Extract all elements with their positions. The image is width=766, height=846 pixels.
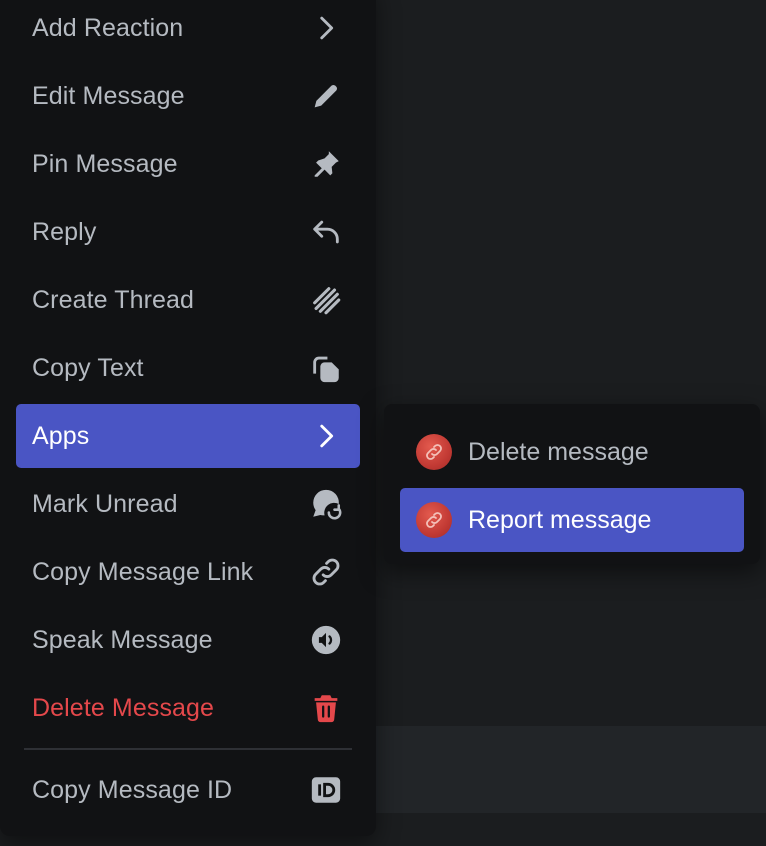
app-link-icon — [416, 434, 452, 470]
menu-item-label: Reply — [32, 217, 97, 246]
menu-item-label: Pin Message — [32, 149, 178, 178]
copy-icon — [308, 350, 344, 386]
app-command-delete-message[interactable]: Delete message — [400, 420, 744, 484]
menu-item-copy-message-link[interactable]: Copy Message Link — [16, 540, 360, 604]
trash-icon — [308, 690, 344, 726]
menu-separator — [24, 748, 352, 750]
pin-icon — [308, 146, 344, 182]
menu-item-apps[interactable]: Apps — [16, 404, 360, 468]
menu-item-label: Copy Message Link — [32, 557, 254, 586]
menu-item-copy-message-id[interactable]: Copy Message ID — [16, 758, 360, 822]
menu-item-create-thread[interactable]: Create Thread — [16, 268, 360, 332]
menu-item-label: Apps — [32, 421, 90, 450]
menu-item-label: Copy Text — [32, 353, 144, 382]
app-command-label: Delete message — [468, 437, 649, 466]
menu-item-label: Create Thread — [32, 285, 195, 314]
pencil-icon — [308, 78, 344, 114]
menu-item-label: Delete Message — [32, 693, 215, 722]
menu-item-label: Mark Unread — [32, 489, 178, 518]
menu-item-label: Copy Message ID — [32, 775, 233, 804]
message-context-menu: Add Reaction Edit Message Pin Message Re… — [0, 0, 376, 836]
menu-item-mark-unread[interactable]: Mark Unread — [16, 472, 360, 536]
menu-item-label: Edit Message — [32, 81, 185, 110]
link-icon — [308, 554, 344, 590]
menu-item-speak-message[interactable]: Speak Message — [16, 608, 360, 672]
mark-unread-icon — [308, 486, 344, 522]
id-badge-icon — [308, 772, 344, 808]
apps-submenu: Delete message Report message — [384, 404, 760, 564]
speaker-icon — [308, 622, 344, 658]
menu-item-reply[interactable]: Reply — [16, 200, 360, 264]
app-command-label: Report message — [468, 505, 652, 534]
menu-item-delete-message[interactable]: Delete Message — [16, 676, 360, 740]
reply-arrow-icon — [308, 214, 344, 250]
menu-item-copy-text[interactable]: Copy Text — [16, 336, 360, 400]
menu-item-label: Speak Message — [32, 625, 213, 654]
chevron-right-icon — [308, 10, 344, 46]
app-command-report-message[interactable]: Report message — [400, 488, 744, 552]
thread-icon — [308, 282, 344, 318]
chevron-right-icon — [308, 418, 344, 454]
app-link-icon — [416, 502, 452, 538]
menu-item-label: Add Reaction — [32, 13, 184, 42]
menu-item-add-reaction[interactable]: Add Reaction — [16, 0, 360, 60]
menu-item-edit-message[interactable]: Edit Message — [16, 64, 360, 128]
menu-item-pin-message[interactable]: Pin Message — [16, 132, 360, 196]
